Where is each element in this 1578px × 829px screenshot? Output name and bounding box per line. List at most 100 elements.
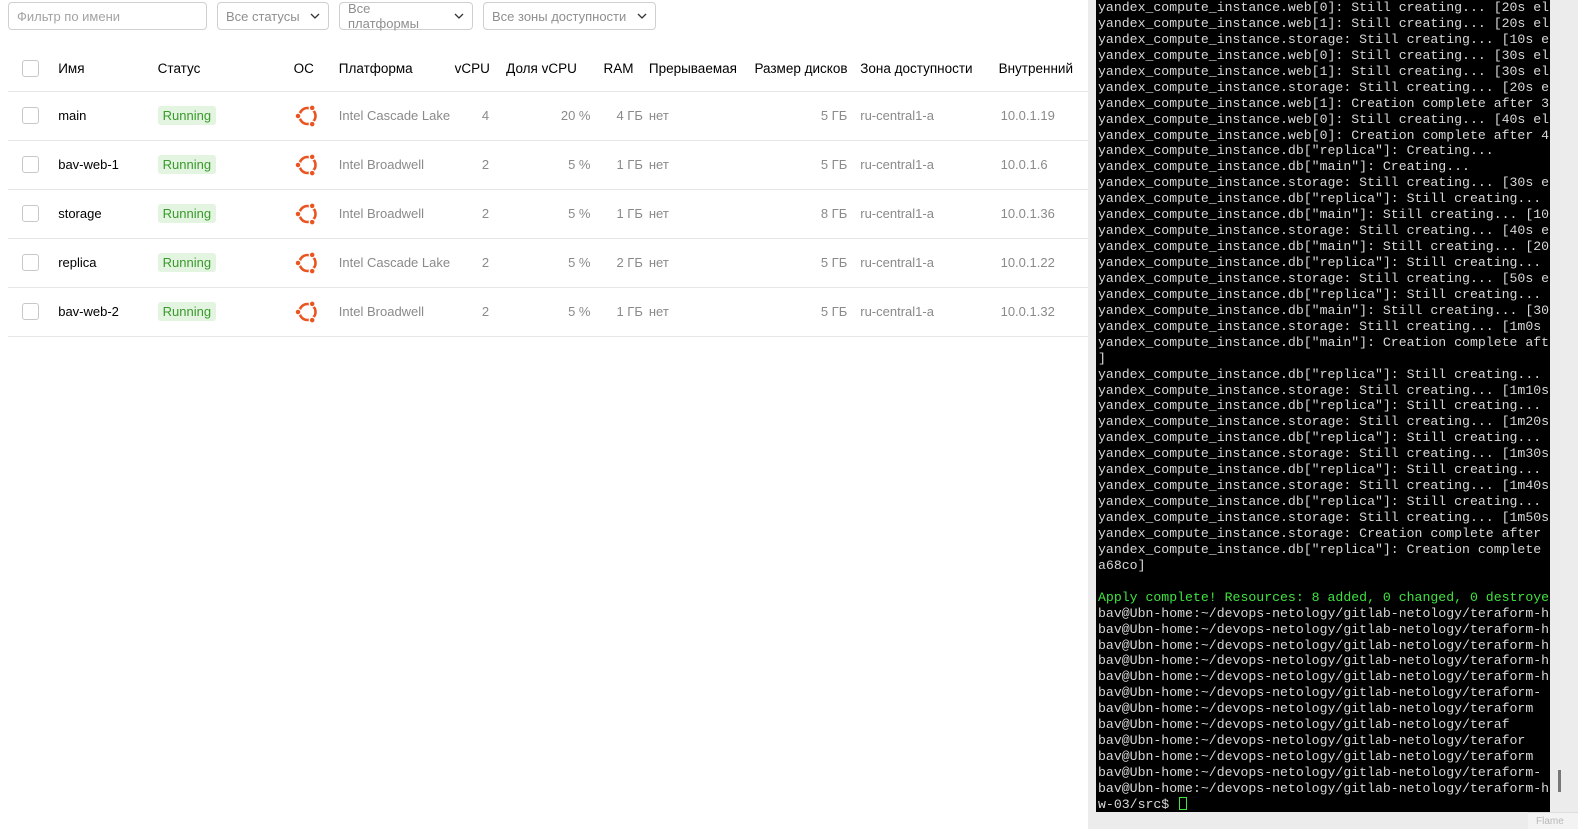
status-badge: Running	[157, 204, 217, 223]
vm-preemptible: нет	[648, 91, 748, 141]
terminal-line: bav@Ubn-home:~/devops-netology/gitlab-ne…	[1098, 669, 1550, 685]
column-header-name[interactable]: Имя	[58, 47, 158, 92]
column-header-ram[interactable]: RAM	[593, 47, 649, 92]
vm-preemptible: нет	[648, 140, 748, 190]
ubuntu-icon	[294, 250, 320, 276]
terminal-prompt-line[interactable]: w-03/src$	[1098, 796, 1550, 812]
terminal-prompt: w-03/src$	[1098, 796, 1178, 812]
terminal-line: yandex_compute_instance.db["main"]: Crea…	[1098, 159, 1470, 175]
status-filter-label: Все статусы	[226, 8, 300, 24]
terminal-line: bav@Ubn-home:~/devops-netology/gitlab-ne…	[1098, 653, 1550, 669]
column-header-vcpu[interactable]: vCPU	[454, 47, 502, 92]
name-filter-input[interactable]	[8, 2, 207, 30]
terminal-line: yandex_compute_instance.db["main"]: Stil…	[1098, 239, 1550, 255]
vm-name[interactable]: bav-web-2	[58, 287, 158, 337]
status-badge: Running	[157, 302, 217, 321]
platform-filter-select[interactable]: Все платформы	[339, 1, 473, 31]
zone-filter-select[interactable]: Все зоны доступности	[483, 2, 656, 30]
vm-disk-size: 5 ГБ	[747, 140, 853, 190]
vm-platform: Intel Broadwell	[338, 140, 455, 190]
column-header-status[interactable]: Статус	[157, 47, 294, 92]
vm-disk-size: 5 ГБ	[747, 287, 853, 337]
column-header-disk-size[interactable]: Размер дисков	[747, 47, 853, 92]
terminal-line: yandex_compute_instance.db["replica"]: S…	[1098, 398, 1542, 414]
table-row[interactable]: main Running Intel Cascade Lake 4 20 % 4…	[8, 91, 1090, 141]
vm-vcpu: 2	[454, 287, 502, 337]
terminal-line: yandex_compute_instance.storage: Creatio…	[1098, 525, 1542, 541]
vm-zone: ru-central1-a	[852, 140, 973, 190]
vm-platform: Intel Cascade Lake	[338, 91, 455, 141]
chevron-down-icon	[637, 13, 647, 19]
terminal-line: yandex_compute_instance.storage: Still c…	[1098, 446, 1550, 462]
terminal-line: yandex_compute_instance.storage: Still c…	[1098, 510, 1550, 525]
table-row[interactable]: bav-web-2 Running Intel Broadwell 2 5 % …	[8, 287, 1090, 337]
terminal-scrollbar[interactable]	[1558, 770, 1561, 792]
row-checkbox[interactable]	[22, 107, 39, 125]
vm-internal-ip: 10.0.1.32	[972, 287, 1090, 337]
vm-preemptible: нет	[648, 189, 748, 239]
terminal-line: yandex_compute_instance.db["replica"]: S…	[1098, 366, 1542, 382]
table-header-row: Имя Статус ОС Платформа vCPU Доля vCPU R…	[8, 47, 1090, 92]
terminal-line: bav@Ubn-home:~/devops-netology/gitlab-ne…	[1098, 765, 1542, 780]
terminal-line: yandex_compute_instance.storage: Still c…	[1098, 270, 1550, 286]
terminal-line: bav@Ubn-home:~/devops-netology/gitlab-ne…	[1098, 605, 1550, 621]
terminal-line: yandex_compute_instance.db["replica"]: S…	[1098, 494, 1542, 510]
column-header-preemptible[interactable]: Прерываемая	[648, 47, 748, 92]
terminal-line: bav@Ubn-home:~/devops-netology/gitlab-ne…	[1098, 780, 1550, 796]
column-header-platform[interactable]: Платформа	[338, 47, 455, 92]
vm-name[interactable]: main	[58, 91, 158, 141]
status-badge: Running	[157, 253, 217, 272]
terminal-line: yandex_compute_instance.storage: Still c…	[1098, 478, 1550, 494]
terminal-window[interactable]: yandex_compute_instance.web[0]: Still cr…	[1088, 0, 1578, 829]
vm-vcpu-share: 5 %	[501, 189, 594, 239]
vm-name[interactable]: bav-web-1	[58, 140, 158, 190]
terminal-line: yandex_compute_instance.db["main"]: Crea…	[1098, 334, 1550, 350]
vm-disk-size: 5 ГБ	[747, 238, 853, 288]
terminal-line: yandex_compute_instance.web[0]: Creation…	[1098, 127, 1550, 143]
vm-internal-ip: 10.0.1.22	[972, 238, 1090, 288]
terminal-line: yandex_compute_instance.web[0]: Still cr…	[1098, 47, 1550, 63]
zone-filter-label: Все зоны доступности	[492, 8, 627, 24]
ubuntu-icon	[294, 201, 320, 227]
ubuntu-icon	[294, 299, 320, 325]
vm-table: Имя Статус ОС Платформа vCPU Доля vCPU R…	[8, 47, 1090, 337]
vm-vcpu: 2	[454, 189, 502, 239]
vm-preemptible: нет	[648, 238, 748, 288]
column-header-vcpu-share[interactable]: Доля vCPU	[501, 47, 594, 92]
vm-platform: Intel Broadwell	[338, 287, 455, 337]
row-checkbox[interactable]	[22, 254, 39, 272]
vm-zone: ru-central1-a	[852, 91, 973, 141]
table-row[interactable]: storage Running Intel Broadwell 2 5 % 1 …	[8, 189, 1090, 239]
terminal-output[interactable]: yandex_compute_instance.web[0]: Still cr…	[1096, 0, 1550, 812]
terminal-line: yandex_compute_instance.db["replica"]: S…	[1098, 462, 1542, 478]
column-header-internal-ip[interactable]: Внутренний	[972, 47, 1090, 92]
terminal-line: bav@Ubn-home:~/devops-netology/gitlab-ne…	[1098, 637, 1550, 653]
vm-platform: Intel Cascade Lake	[338, 238, 455, 288]
terminal-line: yandex_compute_instance.storage: Still c…	[1098, 318, 1542, 334]
row-checkbox[interactable]	[22, 205, 39, 223]
terminal-line: bav@Ubn-home:~/devops-netology/gitlab-ne…	[1098, 685, 1542, 701]
vm-vcpu-share: 5 %	[501, 140, 594, 190]
vm-vcpu: 2	[454, 140, 502, 190]
status-filter-select[interactable]: Все статусы	[217, 2, 329, 30]
vm-vcpu: 2	[454, 238, 502, 288]
platform-filter-label: Все платформы	[348, 1, 419, 31]
row-checkbox[interactable]	[22, 156, 39, 174]
vm-disk-size: 5 ГБ	[747, 91, 853, 141]
vm-internal-ip: 10.0.1.6	[972, 140, 1090, 190]
row-checkbox[interactable]	[22, 303, 39, 321]
table-row[interactable]: bav-web-1 Running Intel Broadwell 2 5 % …	[8, 140, 1090, 190]
chevron-down-icon	[310, 13, 320, 19]
column-header-os[interactable]: ОС	[293, 47, 339, 92]
select-all-checkbox[interactable]	[22, 60, 39, 78]
table-row[interactable]: replica Running Intel Cascade Lake 2 5 %…	[8, 238, 1090, 288]
vm-name[interactable]: storage	[58, 189, 158, 239]
column-header-zone[interactable]: Зона доступности	[852, 47, 973, 92]
filter-bar: Все статусы Все платформы Все зоны досту…	[8, 1, 656, 31]
status-badge: Running	[157, 155, 217, 174]
terminal-line: bav@Ubn-home:~/devops-netology/gitlab-ne…	[1098, 717, 1510, 733]
vm-name[interactable]: replica	[58, 238, 158, 288]
terminal-line: yandex_compute_instance.db["replica"]: S…	[1098, 255, 1542, 270]
terminal-line: yandex_compute_instance.storage: Still c…	[1098, 382, 1550, 398]
terminal-line: yandex_compute_instance.storage: Still c…	[1098, 175, 1550, 191]
